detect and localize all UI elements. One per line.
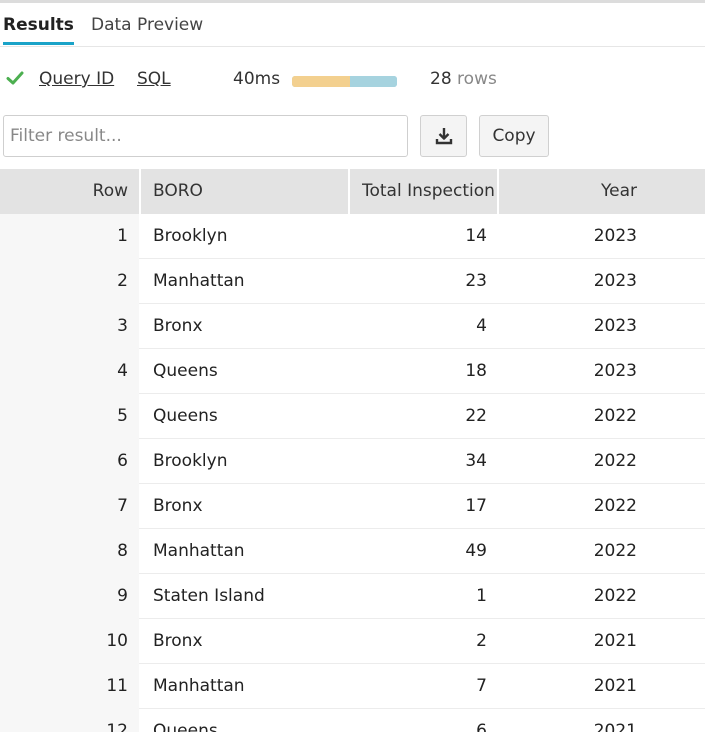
results-table: Row BORO Total Inspection Year 1 Brooklyn… bbox=[0, 169, 705, 732]
table-row[interactable]: 1 Brooklyn 14 2023 bbox=[0, 214, 705, 259]
cell-boro: Queens bbox=[153, 406, 218, 426]
table-row[interactable]: 9 Staten Island 1 2022 bbox=[0, 574, 705, 619]
column-header-boro[interactable]: BORO bbox=[153, 169, 343, 214]
download-button[interactable] bbox=[420, 115, 467, 157]
cell-total-inspection: 6 bbox=[476, 721, 487, 732]
cell-year: 2021 bbox=[593, 676, 637, 696]
table-body: 1 Brooklyn 14 2023 2 Manhattan 23 2023 3 Bronx 4 20… bbox=[0, 214, 705, 732]
cell-total-inspection: 34 bbox=[465, 451, 487, 471]
tab-data-preview[interactable]: Data Preview bbox=[91, 15, 203, 35]
cell-year: 2022 bbox=[593, 496, 637, 516]
cell-row-number: 12 bbox=[106, 721, 128, 732]
table-row[interactable]: 3 Bronx 4 2023 bbox=[0, 304, 705, 349]
cell-boro: Manhattan bbox=[153, 676, 245, 696]
cell-boro: Staten Island bbox=[153, 586, 265, 606]
table-row[interactable]: 2 Manhattan 23 2023 bbox=[0, 259, 705, 304]
cell-boro: Queens bbox=[153, 721, 218, 732]
cell-boro: Queens bbox=[153, 361, 218, 381]
row-count: 28 rows bbox=[430, 69, 497, 89]
cell-year: 2023 bbox=[593, 226, 637, 246]
tab-results[interactable]: Results bbox=[3, 15, 74, 45]
cell-row-number: 9 bbox=[117, 586, 128, 606]
timing-bar-segment-1 bbox=[292, 76, 350, 87]
cell-row-number: 3 bbox=[117, 316, 128, 336]
cell-year: 2023 bbox=[593, 361, 637, 381]
cell-row-number: 6 bbox=[117, 451, 128, 471]
cell-row-number: 7 bbox=[117, 496, 128, 516]
cell-row-number: 11 bbox=[106, 676, 128, 696]
column-header-row[interactable]: Row bbox=[0, 169, 128, 214]
cell-year: 2022 bbox=[593, 586, 637, 606]
table-row[interactable]: 11 Manhattan 7 2021 bbox=[0, 664, 705, 709]
cell-total-inspection: 7 bbox=[476, 676, 487, 696]
cell-year: 2023 bbox=[593, 316, 637, 336]
cell-year: 2022 bbox=[593, 541, 637, 561]
table-row[interactable]: 10 Bronx 2 2021 bbox=[0, 619, 705, 664]
cell-year: 2022 bbox=[593, 451, 637, 471]
table-row[interactable]: 5 Queens 22 2022 bbox=[0, 394, 705, 439]
cell-total-inspection: 2 bbox=[476, 631, 487, 651]
query-duration: 40ms bbox=[233, 69, 281, 89]
results-panel: Results Data Preview Query ID SQL 40ms 2… bbox=[0, 0, 705, 732]
copy-button[interactable]: Copy bbox=[479, 115, 549, 157]
cell-total-inspection: 1 bbox=[476, 586, 487, 606]
column-separator[interactable] bbox=[497, 169, 499, 214]
cell-row-number: 10 bbox=[106, 631, 128, 651]
cell-boro: Manhattan bbox=[153, 541, 245, 561]
cell-total-inspection: 17 bbox=[465, 496, 487, 516]
cell-year: 2021 bbox=[593, 721, 637, 732]
timing-bar bbox=[292, 76, 397, 87]
cell-year: 2023 bbox=[593, 271, 637, 291]
table-row[interactable]: 4 Queens 18 2023 bbox=[0, 349, 705, 394]
cell-total-inspection: 22 bbox=[465, 406, 487, 426]
cell-year: 2021 bbox=[593, 631, 637, 651]
cell-row-number: 4 bbox=[117, 361, 128, 381]
check-icon bbox=[6, 71, 24, 85]
cell-boro: Bronx bbox=[153, 316, 203, 336]
table-row[interactable]: 6 Brooklyn 34 2022 bbox=[0, 439, 705, 484]
cell-row-number: 2 bbox=[117, 271, 128, 291]
column-separator[interactable] bbox=[139, 169, 141, 214]
cell-boro: Brooklyn bbox=[153, 226, 228, 246]
cell-row-number: 1 bbox=[117, 226, 128, 246]
cell-boro: Manhattan bbox=[153, 271, 245, 291]
sql-link[interactable]: SQL bbox=[137, 69, 171, 89]
row-count-value: 28 bbox=[430, 69, 452, 89]
cell-row-number: 8 bbox=[117, 541, 128, 561]
cell-total-inspection: 14 bbox=[465, 226, 487, 246]
cell-boro: Brooklyn bbox=[153, 451, 228, 471]
column-header-total-inspection[interactable]: Total Inspection bbox=[362, 169, 497, 214]
tab-bar: Results Data Preview bbox=[0, 3, 705, 47]
timing-bar-segment-2 bbox=[349, 76, 397, 87]
column-separator[interactable] bbox=[348, 169, 350, 214]
cell-total-inspection: 49 bbox=[465, 541, 487, 561]
cell-boro: Bronx bbox=[153, 631, 203, 651]
cell-row-number: 5 bbox=[117, 406, 128, 426]
table-row[interactable]: 7 Bronx 17 2022 bbox=[0, 484, 705, 529]
cell-total-inspection: 4 bbox=[476, 316, 487, 336]
table-row[interactable]: 8 Manhattan 49 2022 bbox=[0, 529, 705, 574]
row-count-unit: rows bbox=[457, 69, 497, 89]
filter-result-input[interactable] bbox=[3, 115, 408, 157]
table-row[interactable]: 12 Queens 6 2021 bbox=[0, 709, 705, 732]
cell-year: 2022 bbox=[593, 406, 637, 426]
cell-boro: Bronx bbox=[153, 496, 203, 516]
table-header: Row BORO Total Inspection Year bbox=[0, 169, 705, 214]
query-id-link[interactable]: Query ID bbox=[39, 69, 114, 89]
download-icon bbox=[435, 128, 452, 145]
cell-total-inspection: 18 bbox=[465, 361, 487, 381]
cell-total-inspection: 23 bbox=[465, 271, 487, 291]
column-header-year[interactable]: Year bbox=[500, 169, 637, 214]
